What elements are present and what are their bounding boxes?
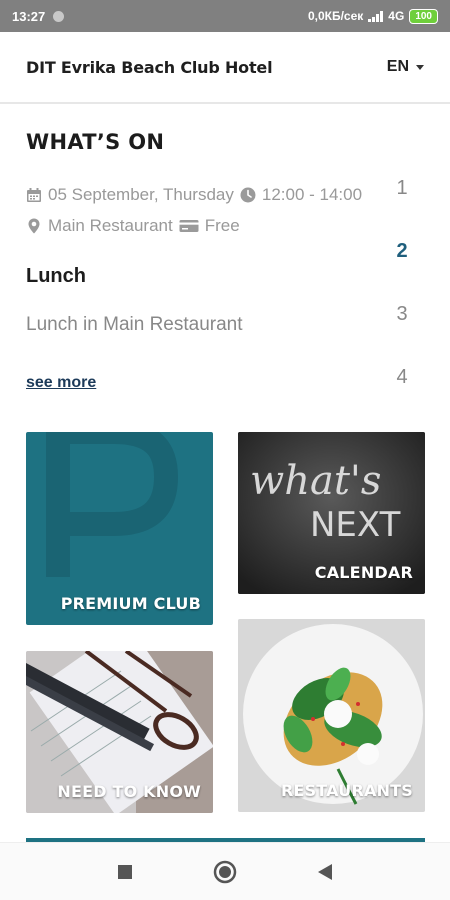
android-nav-bar: [0, 842, 450, 900]
language-selector[interactable]: EN: [387, 58, 424, 76]
need-to-know-tile[interactable]: NEED TO KNOW: [26, 651, 213, 813]
calendar-icon: [27, 188, 41, 202]
event-time: 12:00 - 14:00: [261, 185, 363, 204]
page-4[interactable]: 4: [392, 366, 412, 429]
event-pager: 1 2 3 4: [392, 177, 412, 429]
back-button[interactable]: [310, 857, 340, 887]
status-time: 13:27: [12, 8, 46, 24]
caret-down-icon: [416, 64, 424, 70]
page-2[interactable]: 2: [392, 240, 412, 303]
restaurants-tile[interactable]: RESTAURANTS: [238, 619, 425, 812]
language-label: EN: [386, 58, 409, 75]
recents-button[interactable]: [110, 857, 140, 887]
credit-card-icon: [179, 220, 199, 232]
clock-icon: [240, 187, 256, 203]
whats-on-title: WHAT’S ON: [26, 130, 165, 154]
notification-dot-icon: [53, 10, 65, 22]
premium-club-label: PREMIUM CLUB: [60, 594, 201, 613]
app-header: DIT Evrika Beach Club Hotel EN: [0, 32, 450, 104]
square-icon: [118, 864, 132, 879]
chalk-text-next: NEXT: [310, 505, 401, 545]
page-1[interactable]: 1: [392, 177, 412, 240]
status-right: 0,0КБ/сек 4G 100: [307, 8, 438, 24]
see-more-link[interactable]: see more: [26, 374, 96, 392]
triangle-back-icon: [318, 863, 332, 880]
event-datetime: 05 September, Thursday 12:00 - 14:00: [26, 185, 362, 205]
premium-club-tile[interactable]: PREMIUM CLUB: [26, 432, 213, 625]
network-speed: 0,0КБ/сек: [307, 9, 364, 23]
map-pin-icon: [28, 218, 40, 234]
need-to-know-label: NEED TO KNOW: [57, 782, 201, 801]
signal-icon: [368, 10, 384, 22]
hotel-name: DIT Evrika Beach Club Hotel: [26, 57, 273, 77]
battery-icon: 100: [409, 8, 438, 24]
home-button[interactable]: [210, 857, 240, 887]
page-3[interactable]: 3: [392, 303, 412, 366]
circle-icon: [213, 860, 237, 883]
event-price: Free: [204, 216, 240, 235]
chalk-text-whats: what's: [250, 458, 381, 504]
status-bar: 13:27 0,0КБ/сек 4G 100: [0, 0, 450, 32]
network-type: 4G: [388, 9, 405, 23]
calendar-tile[interactable]: what's NEXT CALENDAR: [238, 432, 425, 594]
event-title: Lunch: [26, 265, 86, 287]
event-date: 05 September, Thursday: [48, 185, 234, 204]
event-location: Main Restaurant: [48, 216, 173, 235]
calendar-label: CALENDAR: [314, 563, 413, 582]
restaurants-label: RESTAURANTS: [280, 781, 413, 800]
event-description: Lunch in Main Restaurant: [26, 314, 243, 335]
event-location-price: Main Restaurant Free: [26, 216, 240, 236]
